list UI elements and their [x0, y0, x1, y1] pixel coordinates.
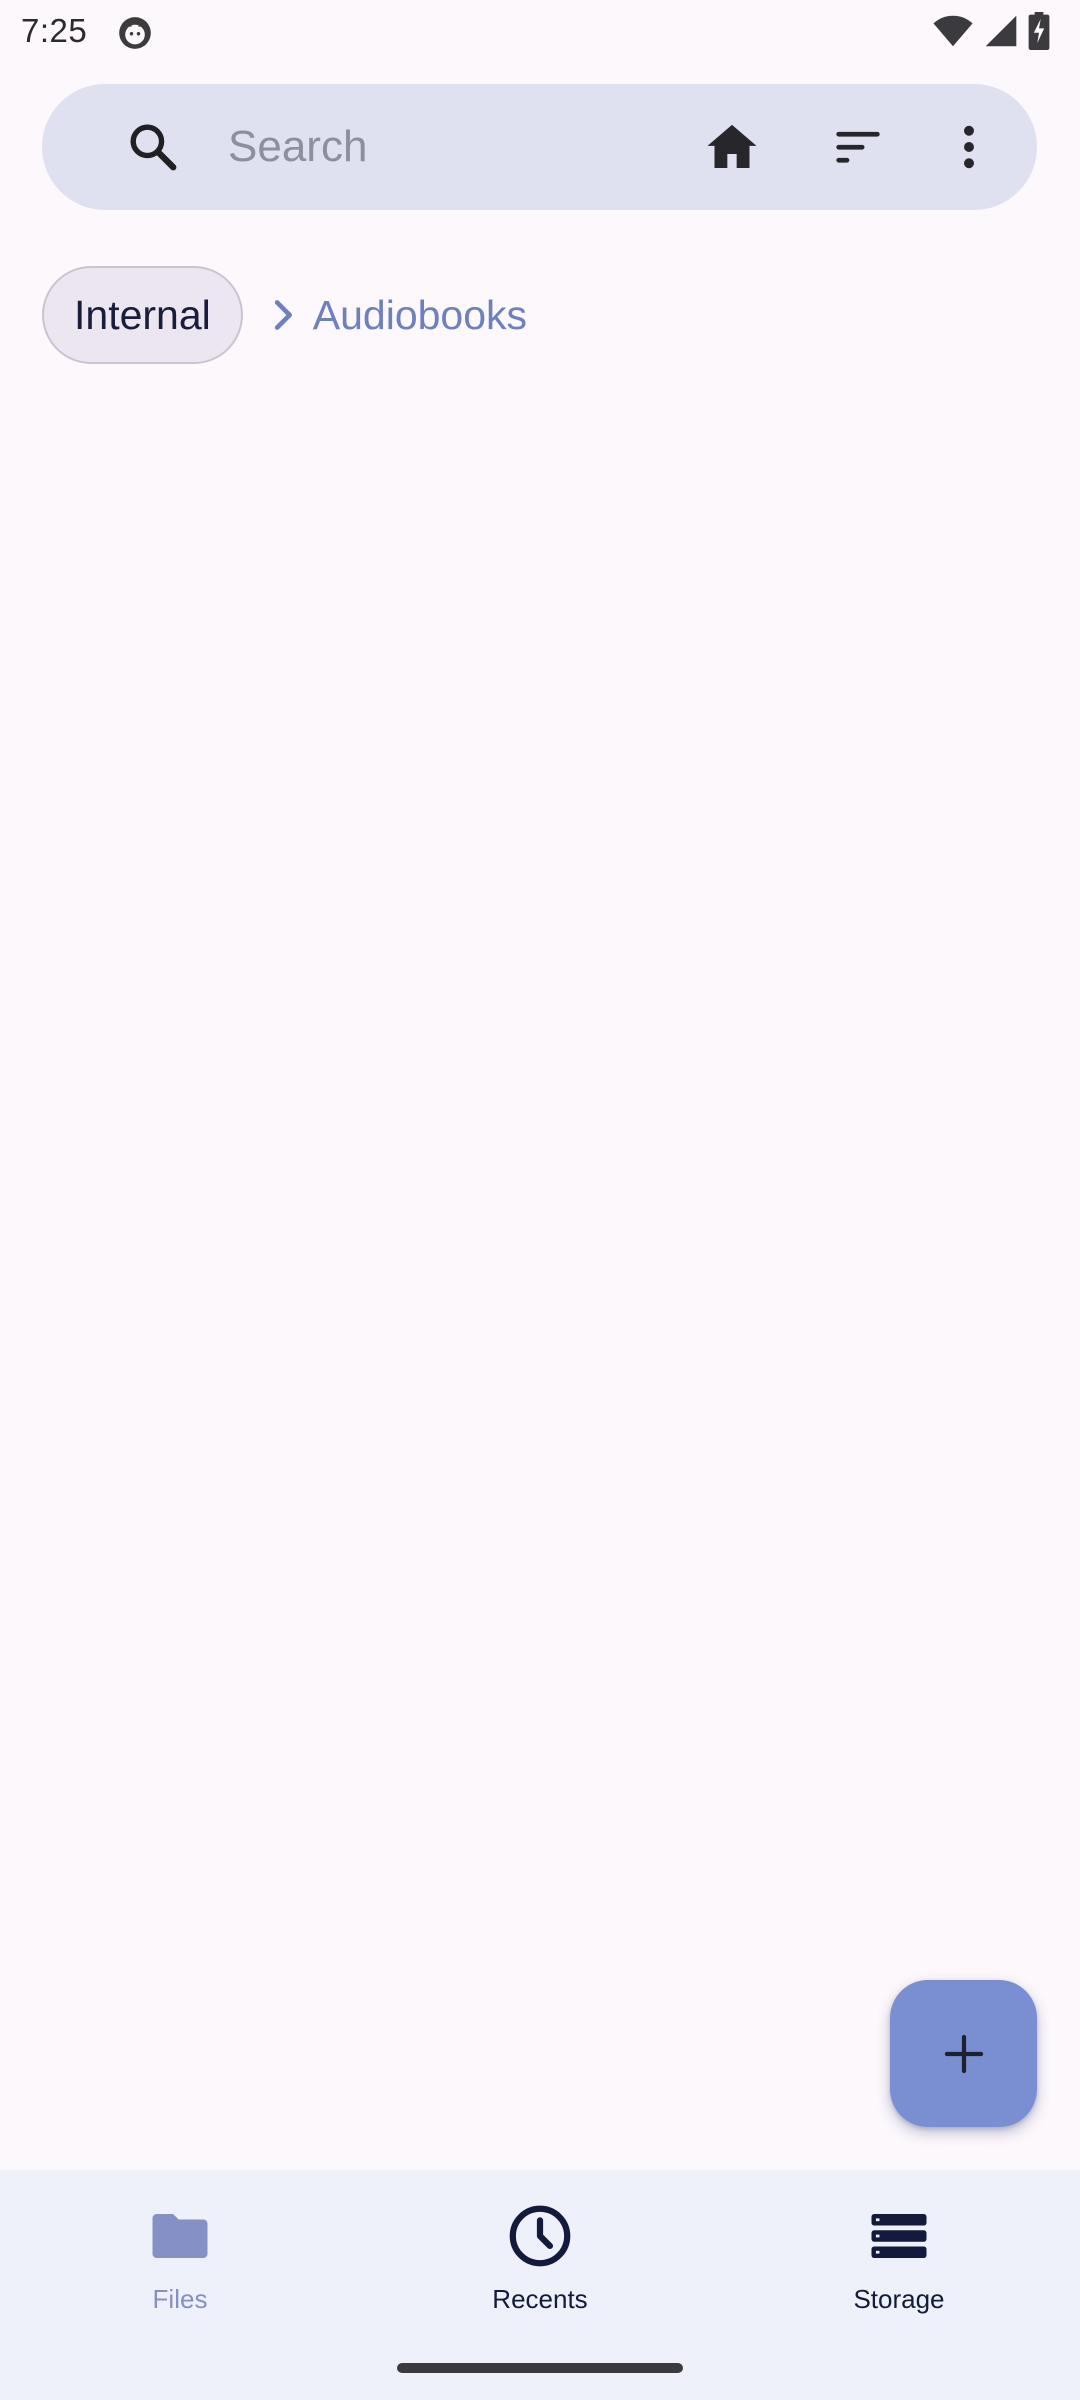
gesture-handle[interactable] [397, 2363, 683, 2373]
more-options-button[interactable] [929, 107, 1009, 187]
search-icon[interactable] [126, 120, 180, 174]
nav-item-storage[interactable]: Storage [779, 2200, 1019, 2340]
nav-item-recents[interactable]: Recents [420, 2200, 660, 2340]
search-bar[interactable] [42, 84, 1037, 210]
search-input[interactable] [228, 112, 698, 182]
chevron-right-icon [274, 300, 292, 330]
notification-cat-icon [119, 17, 151, 49]
nav-label-files: Files [152, 2284, 208, 2314]
add-fab-button[interactable] [890, 1980, 1037, 2127]
nav-label-storage: Storage [853, 2284, 945, 2314]
folder-icon [152, 2214, 208, 2258]
status-time: 7:25 [21, 12, 88, 49]
breadcrumb-root-chip[interactable]: Internal [42, 266, 243, 364]
more-vert-icon [964, 125, 974, 169]
sort-button[interactable] [818, 107, 898, 187]
battery-charging-icon [1028, 12, 1050, 50]
status-bar: 7:25 [0, 0, 1080, 62]
bottom-navigation: Files Recents Storage [0, 2170, 1080, 2400]
storage-icon [871, 2214, 927, 2258]
nav-label-recents: Recents [492, 2284, 588, 2314]
breadcrumb: Internal Audiobooks [42, 264, 527, 366]
breadcrumb-current[interactable]: Audiobooks [313, 292, 527, 339]
nav-item-files[interactable]: Files [60, 2200, 300, 2340]
sort-icon [836, 131, 880, 163]
wifi-icon [933, 15, 973, 47]
home-icon [707, 124, 757, 168]
home-button[interactable] [692, 107, 772, 187]
status-icons [932, 12, 1050, 50]
signal-icon [985, 15, 1017, 47]
add-icon [944, 2034, 983, 2073]
clock-icon [509, 2205, 571, 2267]
